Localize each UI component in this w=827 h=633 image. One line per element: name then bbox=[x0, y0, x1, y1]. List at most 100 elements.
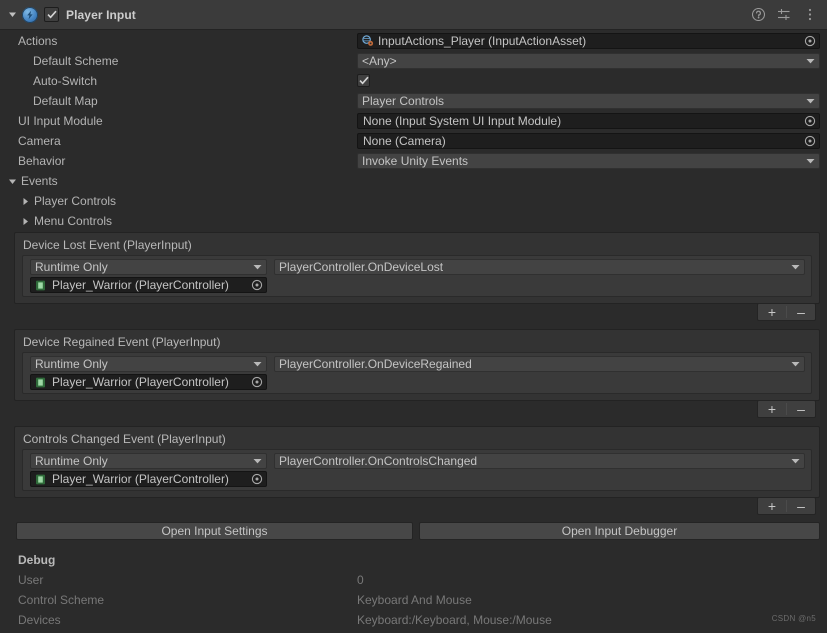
events-foldout[interactable]: Events bbox=[0, 171, 827, 191]
target-object-value: Player_Warrior (PlayerController) bbox=[52, 472, 229, 486]
debug-value-devices: Keyboard:/Keyboard, Mouse:/Mouse bbox=[357, 613, 552, 627]
method-dropdown[interactable]: PlayerController.OnDeviceLost bbox=[274, 259, 805, 275]
event-add-remove-group-3: + – bbox=[757, 497, 816, 515]
debug-value-control-scheme: Keyboard And Mouse bbox=[357, 593, 472, 607]
chevron-down-icon bbox=[791, 457, 800, 466]
argument-field bbox=[274, 374, 805, 390]
events-map-label: Player Controls bbox=[34, 194, 117, 208]
remove-listener-button[interactable]: – bbox=[787, 498, 815, 514]
property-label: Camera bbox=[18, 134, 61, 148]
behavior-value: Invoke Unity Events bbox=[362, 154, 469, 168]
events-map-player-controls[interactable]: Player Controls bbox=[0, 191, 827, 211]
default-scheme-dropdown[interactable]: <Any> bbox=[357, 53, 820, 69]
property-row-ui-input-module: UI Input Module None (Input System UI In… bbox=[0, 111, 827, 131]
debug-value-user: 0 bbox=[357, 573, 364, 587]
page-title: Player Input bbox=[66, 7, 136, 22]
call-state-value: Runtime Only bbox=[35, 454, 108, 468]
object-picker-icon[interactable] bbox=[804, 35, 816, 47]
camera-value: None (Camera) bbox=[363, 134, 446, 148]
argument-field bbox=[274, 277, 805, 293]
cs-script-icon bbox=[34, 376, 47, 389]
cs-script-icon bbox=[34, 279, 47, 292]
event-listener-row: Runtime Only PlayerController.OnDeviceRe… bbox=[22, 352, 812, 394]
controls-changed-event-block: Controls Changed Event (PlayerInput) Run… bbox=[14, 426, 820, 498]
property-label: UI Input Module bbox=[18, 114, 103, 128]
method-value: PlayerController.OnDeviceRegained bbox=[279, 357, 472, 371]
chevron-down-icon bbox=[253, 263, 262, 272]
events-map-menu-controls[interactable]: Menu Controls bbox=[0, 211, 827, 231]
chevron-down-icon bbox=[791, 263, 800, 272]
behavior-dropdown[interactable]: Invoke Unity Events bbox=[357, 153, 820, 169]
target-object-field[interactable]: Player_Warrior (PlayerController) bbox=[30, 471, 267, 487]
component-header[interactable]: Player Input bbox=[0, 0, 827, 30]
watermark: CSDN @n5 bbox=[771, 614, 816, 623]
open-input-settings-button[interactable]: Open Input Settings bbox=[16, 522, 413, 540]
actions-object-field[interactable]: InputActions_Player (InputActionAsset) bbox=[357, 33, 820, 49]
triangle-down-icon[interactable] bbox=[5, 8, 19, 22]
kebab-menu-icon[interactable] bbox=[803, 8, 817, 22]
add-listener-button[interactable]: + bbox=[758, 401, 786, 417]
property-row-default-map: Default Map Player Controls bbox=[0, 91, 827, 111]
help-icon[interactable] bbox=[751, 8, 765, 22]
player-input-icon bbox=[22, 6, 38, 23]
property-row-auto-switch: Auto-Switch bbox=[0, 71, 827, 91]
property-label: Behavior bbox=[18, 154, 66, 168]
chevron-down-icon bbox=[806, 57, 815, 66]
add-listener-button[interactable]: + bbox=[758, 304, 786, 320]
camera-object-field[interactable]: None (Camera) bbox=[357, 133, 820, 149]
target-object-field[interactable]: Player_Warrior (PlayerController) bbox=[30, 374, 267, 390]
target-object-field[interactable]: Player_Warrior (PlayerController) bbox=[30, 277, 267, 293]
actions-value: InputActions_Player (InputActionAsset) bbox=[378, 34, 587, 48]
ui-input-module-value: None (Input System UI Input Module) bbox=[363, 114, 562, 128]
object-picker-icon[interactable] bbox=[251, 473, 263, 485]
property-row-camera: Camera None (Camera) bbox=[0, 131, 827, 151]
inspector-panel: Player Input Actions InputActions_Player… bbox=[0, 0, 827, 633]
events-label: Events bbox=[21, 174, 58, 188]
auto-switch-checkbox[interactable] bbox=[357, 74, 370, 87]
remove-listener-button[interactable]: – bbox=[787, 304, 815, 320]
property-label: Auto-Switch bbox=[33, 74, 98, 88]
debug-label-control-scheme: Control Scheme bbox=[18, 593, 105, 607]
event-block-title: Controls Changed Event (PlayerInput) bbox=[23, 432, 226, 446]
property-label: Default Map bbox=[33, 94, 98, 108]
device-regained-event-block: Device Regained Event (PlayerInput) Runt… bbox=[14, 329, 820, 401]
target-object-value: Player_Warrior (PlayerController) bbox=[52, 278, 229, 292]
call-state-dropdown[interactable]: Runtime Only bbox=[30, 259, 267, 275]
call-state-dropdown[interactable]: Runtime Only bbox=[30, 453, 267, 469]
method-value: PlayerController.OnDeviceLost bbox=[279, 260, 444, 274]
remove-listener-button[interactable]: – bbox=[787, 401, 815, 417]
default-scheme-value: <Any> bbox=[362, 54, 397, 68]
object-picker-icon[interactable] bbox=[251, 376, 263, 388]
input-action-asset-icon bbox=[361, 35, 374, 48]
triangle-right-icon[interactable] bbox=[21, 197, 30, 206]
event-listener-row: Runtime Only PlayerController.OnControls… bbox=[22, 449, 812, 491]
object-picker-icon[interactable] bbox=[251, 279, 263, 291]
property-label: Default Scheme bbox=[33, 54, 119, 68]
triangle-right-icon[interactable] bbox=[21, 217, 30, 226]
event-add-remove-group-1: + – bbox=[757, 303, 816, 321]
device-lost-event-block: Device Lost Event (PlayerInput) Runtime … bbox=[14, 232, 820, 304]
default-map-value: Player Controls bbox=[362, 94, 445, 108]
property-row-actions: Actions InputActions_Player (InputAction… bbox=[0, 31, 827, 51]
object-picker-icon[interactable] bbox=[804, 115, 816, 127]
ui-input-module-object-field[interactable]: None (Input System UI Input Module) bbox=[357, 113, 820, 129]
add-listener-button[interactable]: + bbox=[758, 498, 786, 514]
chevron-down-icon bbox=[806, 157, 815, 166]
chevron-down-icon bbox=[253, 360, 262, 369]
chevron-down-icon bbox=[806, 97, 815, 106]
triangle-down-icon[interactable] bbox=[8, 177, 17, 186]
object-picker-icon[interactable] bbox=[804, 135, 816, 147]
preset-icon[interactable] bbox=[777, 8, 791, 22]
method-dropdown[interactable]: PlayerController.OnControlsChanged bbox=[274, 453, 805, 469]
debug-section-title: Debug bbox=[18, 553, 56, 567]
property-row-behavior: Behavior Invoke Unity Events bbox=[0, 151, 827, 171]
method-dropdown[interactable]: PlayerController.OnDeviceRegained bbox=[274, 356, 805, 372]
component-enabled-checkbox[interactable] bbox=[44, 7, 59, 22]
call-state-value: Runtime Only bbox=[35, 357, 108, 371]
debug-label-devices: Devices bbox=[18, 613, 61, 627]
open-input-debugger-button[interactable]: Open Input Debugger bbox=[419, 522, 820, 540]
chevron-down-icon bbox=[253, 457, 262, 466]
event-add-remove-group-2: + – bbox=[757, 400, 816, 418]
call-state-dropdown[interactable]: Runtime Only bbox=[30, 356, 267, 372]
default-map-dropdown[interactable]: Player Controls bbox=[357, 93, 820, 109]
